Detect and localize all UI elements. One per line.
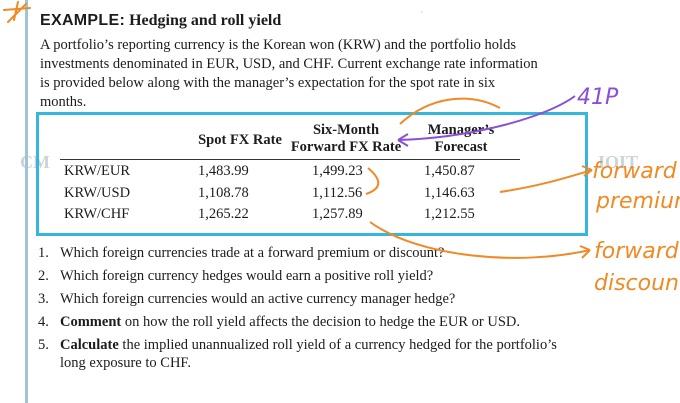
- note-forward-discount-1: forward: [594, 239, 680, 264]
- list-item: 2. Which foreign currency hedges would ea…: [38, 267, 558, 285]
- row-forecast: 1,146.63: [424, 185, 475, 201]
- question-text: Which foreign currency hedges would earn…: [60, 268, 434, 284]
- header-forecast: Manager’s Forecast: [418, 122, 504, 156]
- row-forward: 1,257.89: [312, 206, 363, 222]
- list-item: 5. Calculate the implied unannualized rol…: [38, 336, 558, 372]
- row-spot: 1,108.78: [198, 185, 249, 201]
- question-number: 2.: [38, 268, 49, 284]
- textbook-page: . CM IOIT EXAMPLE: Hedging and roll yiel…: [0, 0, 680, 403]
- header-forward-line1: Six-Month: [312, 122, 380, 138]
- row-forward: 1,499.23: [312, 163, 363, 179]
- header-forecast-line1: Manager’s: [427, 122, 495, 138]
- question-text: the implied unannualized roll yield of a…: [60, 337, 557, 371]
- question-keyword: Comment: [60, 314, 122, 330]
- question-list: 1. Which foreign currencies trade at a fo…: [38, 244, 558, 377]
- header-spot: Spot FX Rate: [198, 132, 282, 148]
- note-forward-premium-2: premium: [595, 189, 680, 214]
- header-forecast-line2: Forecast: [434, 139, 488, 155]
- question-text: on how the roll yield affects the decisi…: [121, 314, 521, 330]
- list-item: 4. Comment on how the roll yield affects …: [38, 313, 558, 331]
- question-number: 4.: [38, 314, 49, 330]
- header-rule: [60, 159, 520, 160]
- bleed-through-text: .: [420, 2, 424, 17]
- example-intro: A portfolio’s reporting currency is the …: [40, 37, 538, 110]
- question-keyword: Calculate: [60, 337, 119, 353]
- question-number: 5.: [38, 337, 49, 353]
- list-item: 1. Which foreign currencies trade at a fo…: [38, 244, 558, 262]
- margin-rule: [25, 0, 28, 403]
- note-forward-discount-2: discount: [594, 271, 680, 296]
- row-spot: 1,483.99: [198, 163, 249, 179]
- list-item: 3. Which foreign currencies would an acti…: [38, 290, 558, 308]
- bleed-through-text: IOIT: [598, 152, 639, 172]
- row-pair: KRW/USD: [64, 185, 131, 201]
- header-forward-line2: Forward FX Rate: [290, 139, 402, 155]
- question-text: Which foreign currencies would an active…: [60, 291, 456, 307]
- example-heading: EXAMPLE: Hedging and roll yield: [40, 12, 281, 30]
- note-top: 41P: [577, 85, 619, 110]
- question-number: 3.: [38, 291, 49, 307]
- row-pair: KRW/EUR: [64, 163, 131, 179]
- header-forward: Six-Month Forward FX Rate: [284, 122, 408, 156]
- arrowhead-icon: [579, 245, 591, 259]
- row-forecast: 1,450.87: [424, 163, 475, 179]
- question-text: Which foreign currencies trade at a forw…: [60, 245, 445, 261]
- question-number: 1.: [38, 245, 49, 261]
- example-label: EXAMPLE:: [40, 12, 126, 29]
- row-spot: 1,265.22: [198, 206, 249, 222]
- row-forward: 1,112.56: [312, 185, 363, 201]
- row-forecast: 1,212.55: [424, 206, 475, 222]
- row-pair: KRW/CHF: [64, 206, 130, 222]
- example-title: Hedging and roll yield: [129, 12, 282, 29]
